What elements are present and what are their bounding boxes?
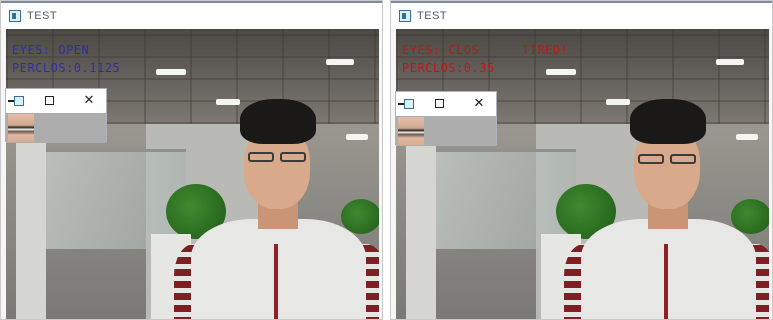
window-title: TEST xyxy=(27,10,58,22)
ceiling-light xyxy=(736,134,758,140)
close-icon: ✕ xyxy=(473,95,485,110)
office-column xyxy=(406,119,436,319)
office-column xyxy=(16,119,46,319)
close-icon: ✕ xyxy=(83,92,95,107)
ceiling-light xyxy=(216,99,240,105)
close-button[interactable]: ✕ xyxy=(472,95,486,110)
maximize-button[interactable] xyxy=(42,93,56,107)
maximize-icon xyxy=(44,95,54,105)
app-icon xyxy=(404,99,414,109)
ceiling-light xyxy=(606,99,630,105)
camera-frame: EYES: OPEN PERCLOS:0.1125 xyxy=(6,29,379,319)
maximize-button[interactable] xyxy=(432,96,446,110)
test-window-left: TEST EYES: OPEN PERCLOS:0.1125 ✕ xyxy=(0,0,383,320)
eye-crop-image xyxy=(8,114,34,142)
close-button[interactable]: ✕ xyxy=(82,92,96,107)
ceiling-light xyxy=(546,69,576,75)
eye-crop-image xyxy=(398,117,424,145)
eye-crop-window: ✕ xyxy=(395,91,497,146)
minimize-icon[interactable] xyxy=(398,103,404,105)
eyes-status-text: EYES: OPEN xyxy=(12,43,90,57)
minimize-icon[interactable] xyxy=(8,100,14,102)
eye-crop-window: ✕ xyxy=(5,88,107,143)
window-titlebar[interactable]: TEST xyxy=(391,1,772,29)
ceiling-light xyxy=(346,134,368,140)
app-icon xyxy=(399,10,411,22)
maximize-icon xyxy=(434,98,444,108)
ceiling-light xyxy=(326,59,354,65)
app-icon xyxy=(9,10,21,22)
tired-warning-text: TIRED! xyxy=(522,43,569,57)
eyes-status-text: EYES: CLOS xyxy=(402,43,480,57)
ceiling-light xyxy=(716,59,744,65)
perclos-text: PERCLOS:0.1125 xyxy=(12,61,121,75)
camera-frame: EYES: CLOS TIRED! PERCLOS:0.35 xyxy=(396,29,769,319)
app-icon xyxy=(14,96,24,106)
ceiling-light xyxy=(156,69,186,75)
window-title: TEST xyxy=(417,10,448,22)
window-titlebar[interactable]: TEST xyxy=(1,1,382,29)
test-window-right: TEST EYES: CLOS TIRED! PERCLOS:0.35 ✕ xyxy=(390,0,773,320)
perclos-text: PERCLOS:0.35 xyxy=(402,61,495,75)
